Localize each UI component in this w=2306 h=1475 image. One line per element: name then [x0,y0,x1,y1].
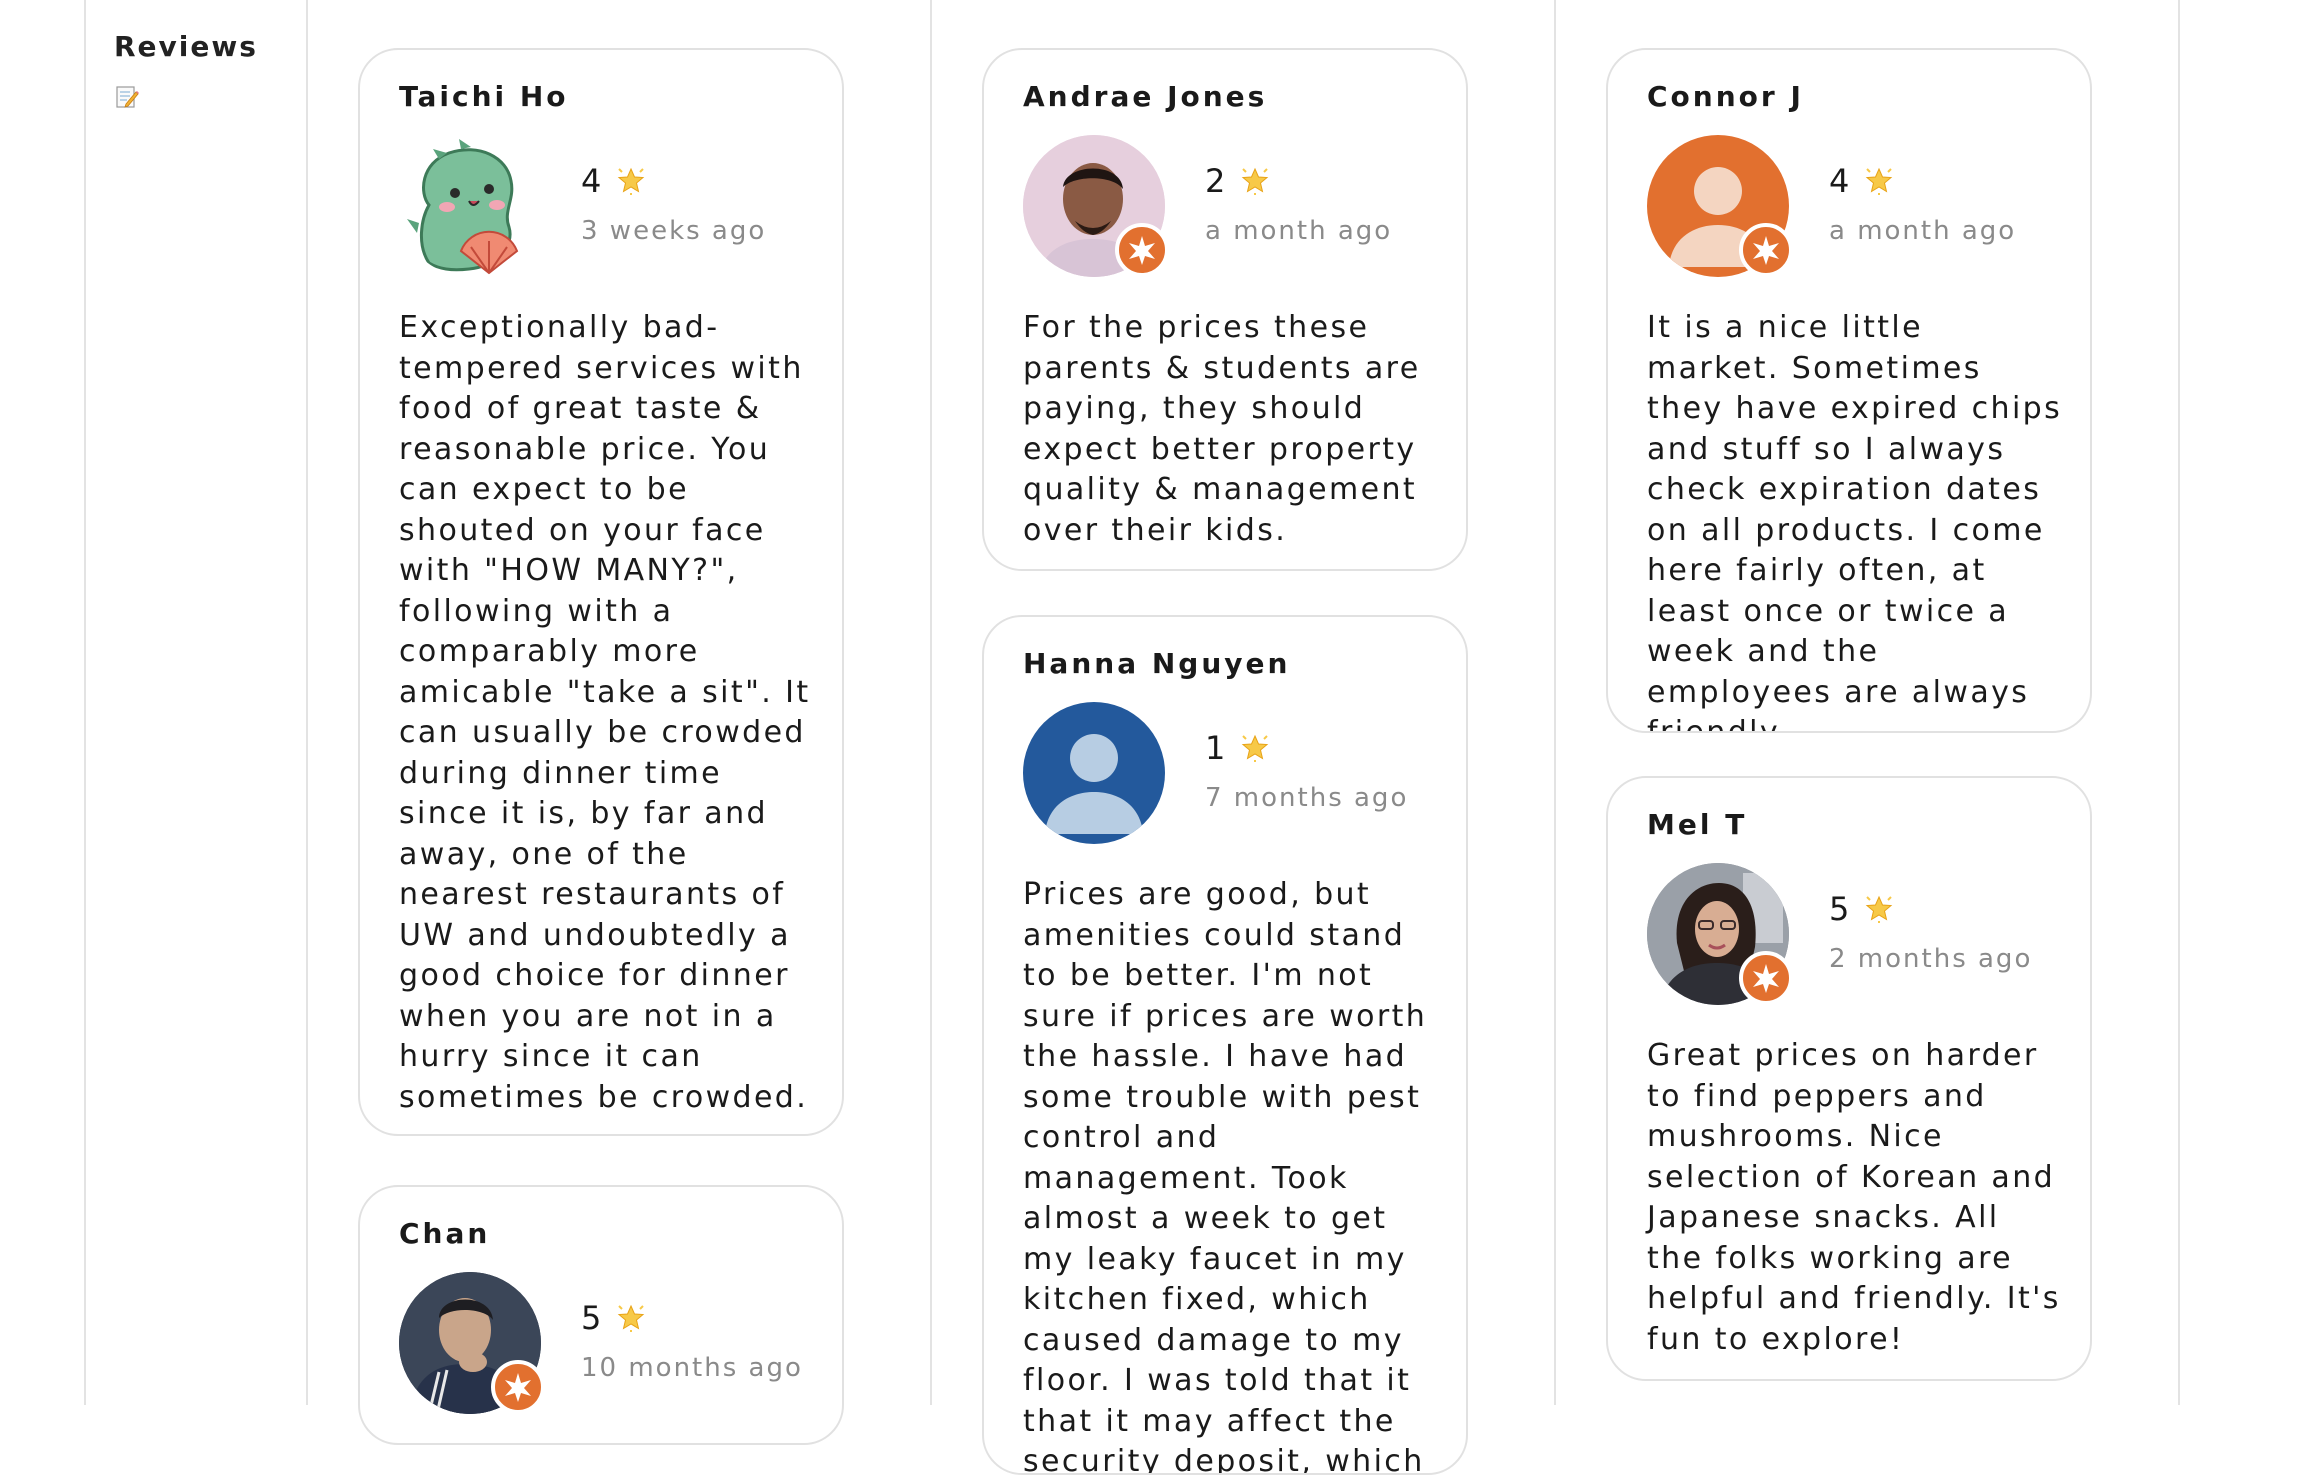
avatar[interactable] [1023,135,1169,277]
rating-value: 4 [581,162,603,200]
review-card: Andrae Jones 2 a month ago For the price… [982,48,1468,571]
review-time: 10 months ago [581,1353,803,1383]
rating: 1 [1205,729,1270,767]
green-dinosaur-avatar [399,135,541,277]
reviewer-name[interactable]: Taichi Ho [399,80,569,113]
review-time: 2 months ago [1829,944,2033,974]
reviewer-name[interactable]: Hanna Nguyen [1023,647,1290,680]
divider [1554,0,1556,1405]
review-time: 3 weeks ago [581,216,767,246]
rating-value: 4 [1829,162,1851,200]
rating-value: 1 [1205,729,1227,767]
review-time: 7 months ago [1205,783,1409,813]
glowing-star-icon [1242,167,1269,195]
avatar[interactable] [1023,702,1165,844]
rating-value: 5 [1829,890,1851,928]
local-guide-badge [1739,223,1793,277]
review-card: Connor J 4 a month ago It is a nice litt… [1606,48,2092,733]
avatar[interactable] [1647,863,1793,1005]
review-card: Hanna Nguyen 1 7 months ago Prices are g… [982,615,1468,1475]
reviewer-name[interactable]: Chan [399,1217,490,1250]
review-card: Mel T 5 2 months ago Great prices on har… [1606,776,2092,1381]
reviewer-name[interactable]: Connor J [1647,80,1804,113]
default-person-avatar [1023,702,1165,844]
review-time: a month ago [1205,216,1393,246]
local-guide-badge [1115,223,1169,277]
glowing-star-icon [1866,895,1893,923]
avatar[interactable] [399,135,541,277]
reviewer-name[interactable]: Mel T [1647,808,1747,841]
rating: 4 [1829,162,1894,200]
review-text: It is a nice little market. Sometimes th… [1647,310,2063,733]
review-text: Exceptionally bad-tempered services with… [399,310,811,1115]
review-text: Great prices on harder to find peppers a… [1647,1038,2061,1357]
glowing-star-icon [1866,167,1893,195]
reviewer-name[interactable]: Andrae Jones [1023,80,1267,113]
glowing-star-icon [618,1304,645,1332]
rating: 4 [581,162,646,200]
rating: 5 [1829,890,1894,928]
divider [930,0,932,1405]
sidebar: Reviews [84,0,306,1405]
review-card: Taichi Ho 4 3 weeks ago Exceptionally ba… [358,48,844,1136]
memo-icon[interactable] [114,84,140,110]
review-text: Prices are good, but amenities could sta… [1023,877,1428,1475]
sidebar-title: Reviews [114,30,258,63]
avatar[interactable] [1647,135,1793,277]
review-time: a month ago [1829,216,2017,246]
glowing-star-icon [618,167,645,195]
divider [2178,0,2180,1405]
review-card: Chan 5 10 months ago [358,1185,844,1445]
avatar[interactable] [399,1272,545,1414]
rating-value: 2 [1205,162,1227,200]
glowing-star-icon [1242,734,1269,762]
local-guide-badge [1739,951,1793,1005]
review-text: For the prices these parents & students … [1023,310,1421,548]
rating: 5 [581,1299,646,1337]
local-guide-badge [491,1360,545,1414]
rating-value: 5 [581,1299,603,1337]
divider [306,0,308,1405]
rating: 2 [1205,162,1270,200]
